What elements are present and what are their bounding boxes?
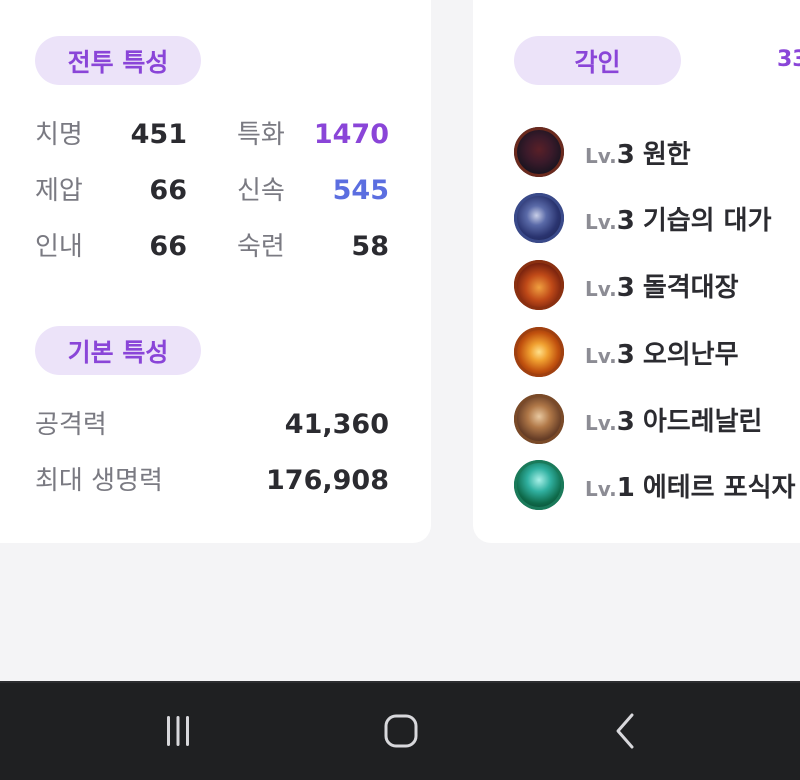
stat-value-attack: 41,360 (284, 409, 389, 440)
stat-label-endurance: 인내 (35, 232, 83, 262)
engraving-item-2[interactable]: Lv. 3 기습의 대가 (514, 193, 772, 243)
stat-value-specialization: 1470 (313, 119, 389, 150)
engraving-item-1[interactable]: Lv. 3 원한 (514, 127, 691, 177)
engraving-lv-prefix: Lv. (585, 276, 617, 301)
engraving-level: 3 (616, 339, 635, 370)
stat-label-domination: 제압 (35, 176, 83, 206)
stat-value-domination: 66 (149, 175, 187, 206)
recent-apps-button[interactable] (148, 701, 208, 761)
grudge-icon (514, 127, 564, 177)
combat-stats-title-text: 전투 특성 (67, 47, 169, 77)
stat-value-crit: 451 (130, 119, 187, 150)
recent-apps-icon (167, 716, 189, 746)
back-button[interactable] (596, 701, 656, 761)
basic-stats-title: 기본 특성 (35, 326, 201, 375)
engraving-item-5[interactable]: Lv. 3 아드레날린 (514, 394, 762, 444)
back-icon (616, 713, 634, 749)
engraving-name: 에테르 포식자 (642, 472, 796, 503)
stat-value-expertise: 58 (351, 231, 389, 262)
engraving-name: 아드레날린 (642, 406, 763, 437)
stat-value-endurance: 66 (149, 231, 187, 262)
engraving-level: 3 (616, 272, 635, 303)
ether-predator-icon (514, 460, 564, 510)
engraving-lv-prefix: Lv. (585, 143, 617, 168)
engraving-name: 돌격대장 (642, 272, 739, 303)
engraving-lv-prefix: Lv. (585, 343, 617, 368)
stat-label-crit: 치명 (35, 120, 83, 150)
engravings-title-text: 각인 (574, 47, 621, 77)
stat-label-max-hp: 최대 생명력 (35, 466, 163, 496)
stat-label-expertise: 숙련 (237, 232, 285, 262)
stat-label-attack: 공격력 (35, 410, 107, 440)
engravings-count: 33 (777, 47, 800, 72)
system-navigation-bar (0, 681, 800, 780)
home-icon (384, 714, 418, 748)
stat-label-specialization: 특화 (237, 120, 285, 150)
engraving-lv-prefix: Lv. (585, 410, 617, 435)
stat-value-swiftness: 545 (332, 175, 389, 206)
stat-value-max-hp: 176,908 (266, 465, 389, 496)
engraving-name: 오의난무 (642, 339, 739, 370)
engraving-item-3[interactable]: Lv. 3 돌격대장 (514, 260, 739, 310)
engraving-level: 3 (616, 205, 635, 236)
pinnacle-icon (514, 327, 564, 377)
raid-captain-icon (514, 260, 564, 310)
combat-stats-title: 전투 특성 (35, 36, 201, 85)
engraving-item-4[interactable]: Lv. 3 오의난무 (514, 327, 739, 377)
basic-stats-title-text: 기본 특성 (67, 337, 169, 367)
master-ambush-icon (514, 193, 564, 243)
stat-label-swiftness: 신속 (237, 176, 285, 206)
engraving-name: 원한 (642, 139, 691, 170)
engravings-title: 각인 (514, 36, 681, 85)
engraving-lv-prefix: Lv. (585, 476, 617, 501)
adrenaline-icon (514, 394, 564, 444)
home-button[interactable] (371, 701, 431, 761)
engraving-level: 1 (616, 472, 635, 503)
engraving-name: 기습의 대가 (642, 205, 772, 236)
engraving-lv-prefix: Lv. (585, 209, 617, 234)
engraving-level: 3 (616, 139, 635, 170)
engraving-level: 3 (616, 406, 635, 437)
engraving-item-6[interactable]: Lv. 1 에테르 포식자 (514, 460, 795, 510)
